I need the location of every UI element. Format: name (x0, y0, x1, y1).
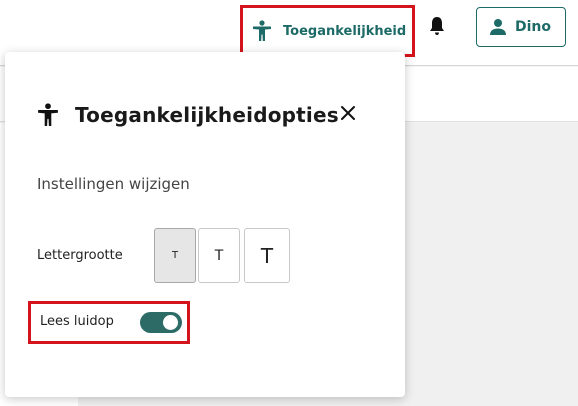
font-size-medium-button[interactable]: T (198, 228, 240, 283)
accessibility-person-icon (37, 102, 59, 128)
font-size-small-button[interactable]: T (154, 228, 196, 283)
close-panel-button[interactable] (338, 105, 358, 125)
accessibility-options-panel: Toegankelijkheidopties Instellingen wijz… (5, 52, 405, 397)
user-icon (489, 18, 507, 36)
read-aloud-label: Lees luidop (40, 314, 114, 329)
user-name: Dino (515, 19, 552, 35)
read-aloud-row: Lees luidop (28, 301, 190, 344)
toggle-knob (163, 315, 178, 330)
font-size-label: Lettergrootte (37, 248, 123, 263)
panel-title: Toegankelijkheidopties (75, 103, 339, 127)
font-size-large-button[interactable]: T (244, 228, 290, 283)
accessibility-person-icon (252, 20, 272, 42)
bell-icon (428, 16, 446, 40)
close-icon (340, 105, 356, 125)
notifications-button[interactable] (427, 17, 447, 39)
accessibility-link[interactable]: Toegankelijkheid (240, 5, 415, 57)
read-aloud-toggle[interactable] (140, 312, 182, 333)
settings-subtitle: Instellingen wijzigen (37, 175, 190, 193)
accessibility-link-label: Toegankelijkheid (283, 23, 407, 39)
panel-header: Toegankelijkheidopties (37, 100, 367, 130)
user-menu-button[interactable]: Dino (476, 7, 566, 47)
